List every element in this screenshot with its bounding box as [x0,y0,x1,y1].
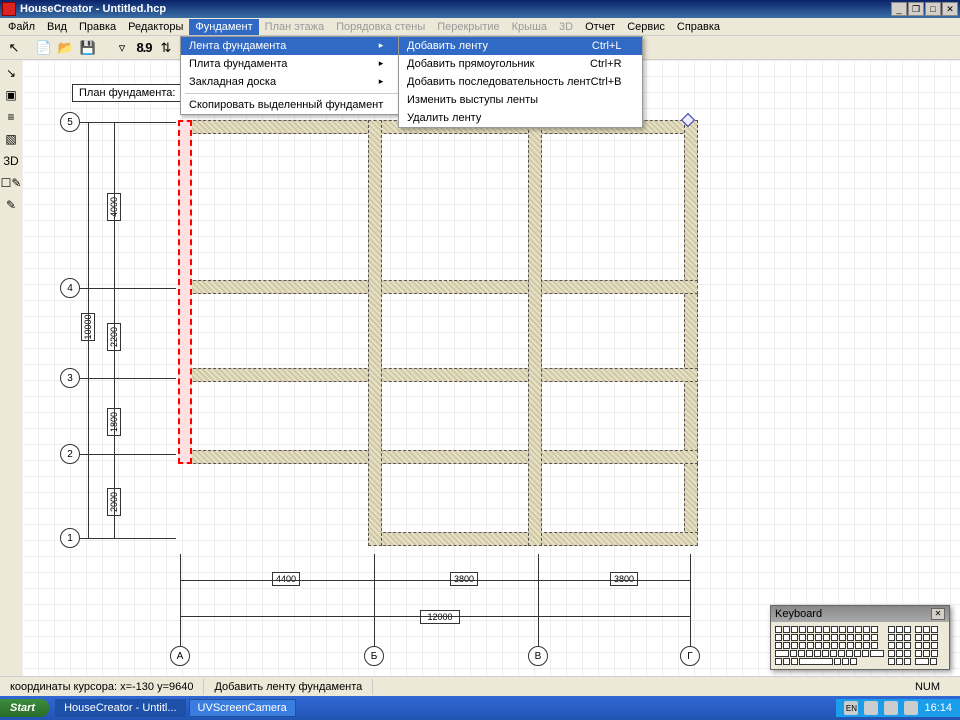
left-tool-icon[interactable]: ✎ [2,196,20,214]
menu-Файл[interactable]: Файл [2,19,41,35]
keyboard-titlebar[interactable]: Keyboard ✕ [771,606,949,622]
tool-arrow-icon[interactable]: ↖ [4,38,24,58]
left-tool-icon[interactable]: ▣ [2,86,20,104]
axis-marker: 2 [60,444,80,464]
axis-marker: В [528,646,548,666]
dimension: 4400 [272,572,300,586]
axis-marker: 1 [60,528,80,548]
canvas[interactable]: План фундамента: 54321400022001800200010… [22,60,960,676]
restore-button[interactable]: ❐ [908,2,924,16]
axis-marker: Б [364,646,384,666]
axis-marker: 5 [60,112,80,132]
foundation-plan [178,120,698,610]
menu-Редакторы[interactable]: Редакторы [122,19,189,35]
tray-icon[interactable] [904,701,918,715]
wall-selected[interactable] [178,120,192,464]
tray-icon[interactable] [864,701,878,715]
start-button[interactable]: Start [0,699,49,717]
menu-item[interactable]: Закладная доска [181,73,403,91]
system-tray: EN 16:14 [836,699,960,717]
menu-Фундамент[interactable]: Фундамент [189,19,258,35]
left-tool-icon[interactable]: 3D [2,152,20,170]
menu-Сервис[interactable]: Сервис [621,19,671,35]
menu-Правка[interactable]: Правка [73,19,122,35]
dropdown-icon[interactable]: ▿ [112,38,132,58]
dimension-total: 12000 [420,610,460,624]
app-icon [2,2,16,16]
status-numlock: NUM [895,679,960,695]
menu-План этажа[interactable]: План этажа [259,19,330,35]
menu-3D[interactable]: 3D [553,19,579,35]
menu-item[interactable]: Изменить выступы ленты [399,91,642,109]
keyboard-title: Keyboard [775,608,822,620]
submenu-strip: Добавить лентуCtrl+LДобавить прямоугольн… [398,36,643,128]
menu-Крыша[interactable]: Крыша [506,19,553,35]
left-tool-icon[interactable]: ▧ [2,130,20,148]
keyboard-body [771,622,949,669]
statusbar: координаты курсора: x=-130 y=9640 Добави… [0,676,960,696]
menu-item[interactable]: Добавить последовательность лентCtrl+B [399,73,642,91]
maximize-button[interactable]: □ [925,2,941,16]
scale-value[interactable]: 8.9 [134,38,154,58]
titlebar: HouseCreator - Untitled.hcp _ ❐ □ ✕ [0,0,960,18]
menu-Справка[interactable]: Справка [671,19,726,35]
minimize-button[interactable]: _ [891,2,907,16]
onscreen-keyboard[interactable]: Keyboard ✕ [770,605,950,670]
axis-marker: 3 [60,368,80,388]
wall[interactable] [178,280,698,294]
axis-marker: Г [680,646,700,666]
tray-icon[interactable] [884,701,898,715]
axis-marker: 4 [60,278,80,298]
menu-item[interactable]: Добавить лентуCtrl+L [399,37,642,55]
keyboard-close-button[interactable]: ✕ [931,608,945,620]
menu-item[interactable]: Скопировать выделенный фундамент [181,96,403,114]
lang-indicator[interactable]: EN [844,701,858,715]
status-coords: координаты курсора: x=-130 y=9640 [0,679,204,695]
submenu-foundation: Лента фундаментаПлита фундаментаЗакладна… [180,36,404,115]
left-tool-icon[interactable]: ↘ [2,64,20,82]
wall[interactable] [178,368,698,382]
menu-item[interactable]: Лента фундамента [181,37,403,55]
left-tool-icon[interactable]: ≡ [2,108,20,126]
axis-marker: А [170,646,190,666]
menu-item[interactable]: Удалить ленту [399,109,642,127]
menu-Отчет[interactable]: Отчет [579,19,621,35]
taskbar-task[interactable]: UVScreenCamera [189,699,296,717]
menu-item[interactable]: Добавить прямоугольникCtrl+R [399,55,642,73]
updown-icon[interactable]: ⇅ [156,38,176,58]
taskbar-task[interactable]: HouseCreator - Untitl... [55,699,185,717]
new-button[interactable]: 📄 [34,38,54,58]
wall[interactable] [528,120,542,546]
left-tool-icon[interactable]: ☐✎ [2,174,20,192]
menu-Порядовка стены[interactable]: Порядовка стены [330,19,431,35]
status-hint: Добавить ленту фундамента [204,679,373,695]
menubar: ФайлВидПравкаРедакторыФундаментПлан этаж… [0,18,960,36]
close-button[interactable]: ✕ [942,2,958,16]
menu-item[interactable]: Плита фундамента [181,55,403,73]
open-button[interactable]: 📂 [56,38,76,58]
clock[interactable]: 16:14 [924,702,952,714]
menu-Перекрытие[interactable]: Перекрытие [431,19,505,35]
taskbar: Start HouseCreator - Untitl... UVScreenC… [0,696,960,720]
plan-title: План фундамента: [72,84,182,102]
save-button[interactable]: 💾 [78,38,98,58]
menu-Вид[interactable]: Вид [41,19,73,35]
dimension: 3800 [610,572,638,586]
left-toolbar: ↘ ▣ ≡ ▧ 3D ☐✎ ✎ [0,60,22,214]
wall[interactable] [684,120,698,546]
wall[interactable] [178,450,382,464]
window-buttons: _ ❐ □ ✕ [891,2,958,16]
window-title: HouseCreator - Untitled.hcp [20,3,891,15]
wall[interactable] [368,120,382,546]
dimension: 3800 [450,572,478,586]
